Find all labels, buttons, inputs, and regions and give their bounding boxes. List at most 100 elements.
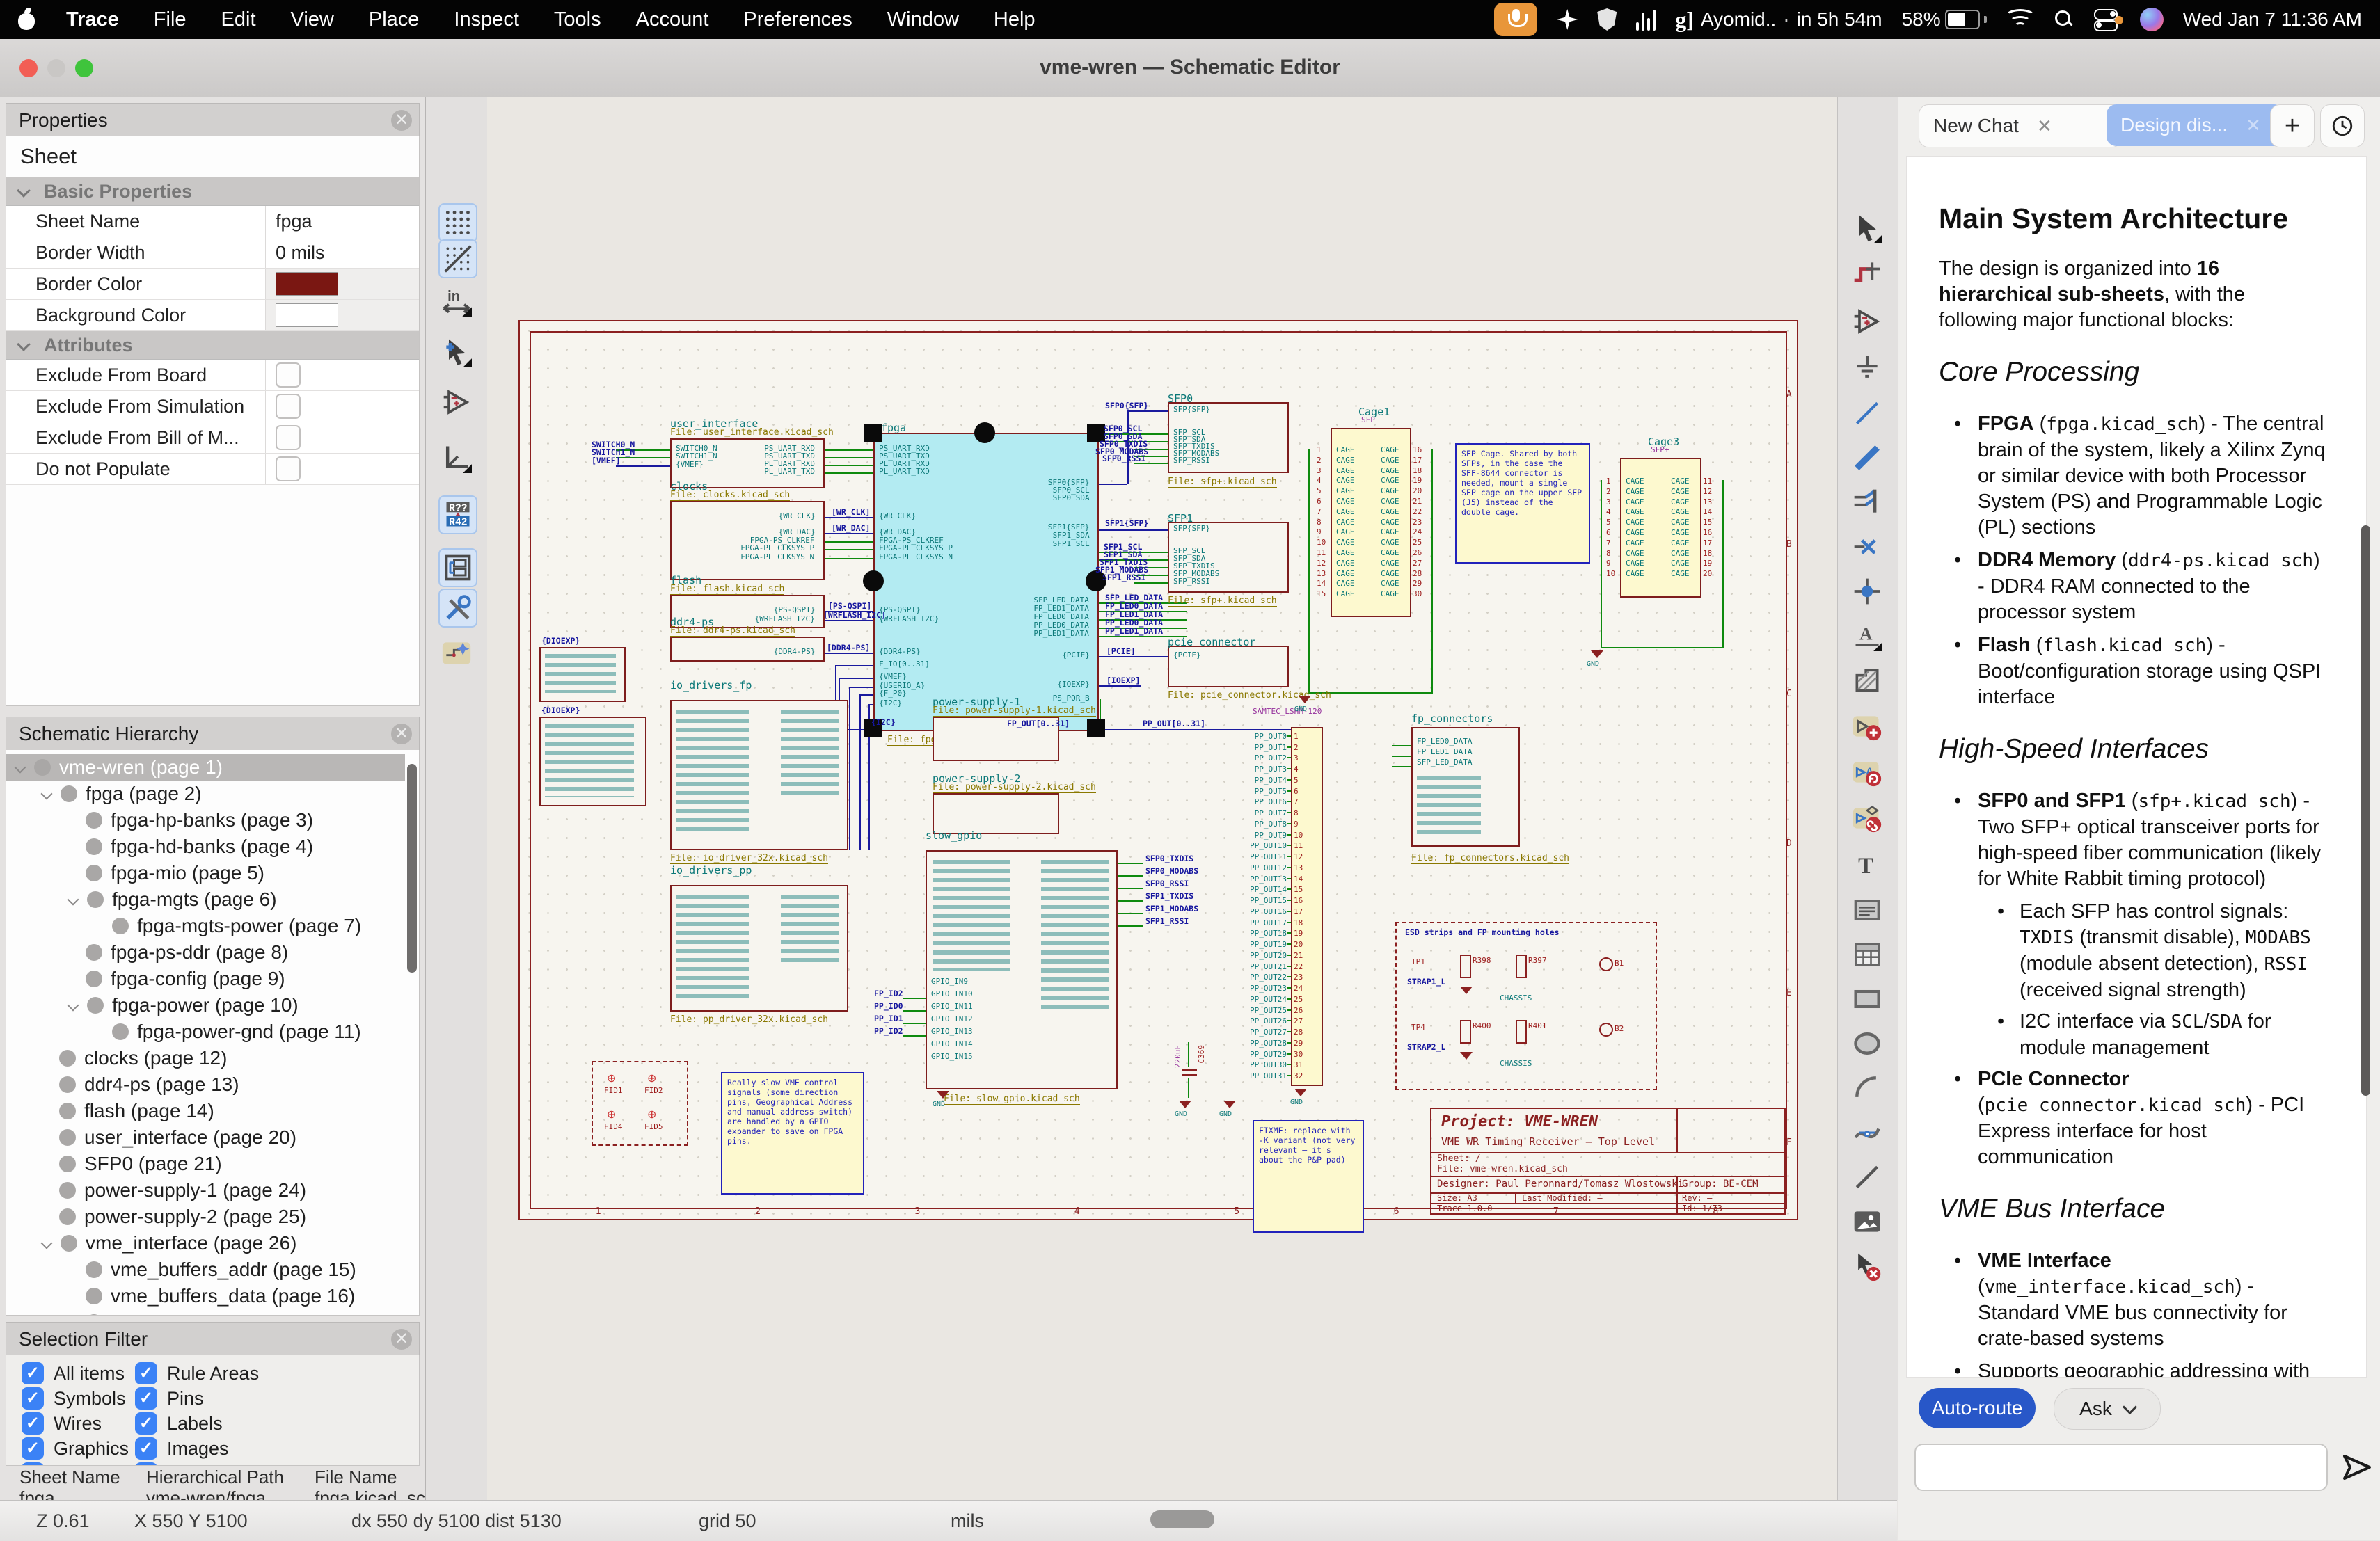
bus-entry-tool[interactable] — [1849, 484, 1885, 520]
battery-indicator[interactable]: 58% — [1902, 8, 1987, 31]
tree-item[interactable]: power-supply-1 (page 24) — [6, 1177, 405, 1204]
rectangle-tool[interactable] — [1849, 981, 1885, 1017]
chat-input[interactable] — [1914, 1444, 2328, 1491]
filter-wires[interactable]: ✓Wires — [22, 1412, 102, 1435]
close-icon[interactable]: ✕ — [2037, 115, 2052, 137]
schematic-canvas[interactable]: 12345678ABCDEFuser_interfaceFile: user_i… — [487, 97, 1837, 1500]
property-checkbox[interactable] — [266, 391, 419, 422]
annotate-tool[interactable]: R??R42 — [438, 495, 477, 534]
checkbox-checked[interactable]: ✓ — [22, 1462, 44, 1466]
tree-item[interactable]: SFP0 (page 21) — [6, 1151, 405, 1177]
menu-item-edit[interactable]: Edit — [204, 8, 273, 31]
selection-handle[interactable] — [974, 422, 995, 443]
circle-tool[interactable] — [1849, 1025, 1885, 1062]
menu-item-window[interactable]: Window — [870, 8, 976, 31]
mounting-hole[interactable] — [1599, 957, 1613, 971]
tree-item[interactable]: fpga-mgts (page 6) — [6, 886, 405, 913]
shield-menu-icon[interactable] — [1597, 8, 1617, 31]
tree-item[interactable]: fpga-ps-ddr (page 8) — [6, 939, 405, 966]
canvas-horizontal-scrollbar[interactable] — [1150, 1510, 1214, 1528]
resistor-symbol[interactable] — [1516, 1020, 1527, 1044]
tree-item[interactable]: user_interface (page 20) — [6, 1124, 405, 1151]
text-tool[interactable]: T — [1849, 847, 1885, 884]
checkbox-checked[interactable]: ✓ — [135, 1412, 157, 1435]
checkbox-checked[interactable]: ✓ — [135, 1437, 157, 1460]
close-icon[interactable]: ✕ — [2246, 115, 2261, 136]
tree-item[interactable]: vme_p1_p2 (page 17) — [6, 1309, 405, 1316]
tree-item[interactable]: flash (page 14) — [6, 1098, 405, 1124]
selection-handle[interactable] — [864, 424, 882, 442]
title-block[interactable]: Project: VME-WRENVME WR Timing Receiver … — [1430, 1108, 1786, 1215]
ai-label-tool[interactable]: A — [1849, 754, 1885, 790]
property-checkbox[interactable] — [266, 454, 419, 484]
tree-item[interactable]: power-supply-2 (page 25) — [6, 1204, 405, 1230]
menu-item-place[interactable]: Place — [351, 8, 437, 31]
units-inches-tool[interactable]: in — [438, 284, 475, 320]
menu-item-help[interactable]: Help — [976, 8, 1053, 31]
tree-item[interactable]: fpga-config (page 9) — [6, 966, 405, 992]
filter-graphics[interactable]: ✓Graphics — [22, 1437, 129, 1460]
checkbox-checked[interactable]: ✓ — [135, 1362, 157, 1384]
ai-route-tool[interactable] — [438, 634, 475, 671]
table-tool[interactable] — [1849, 936, 1885, 973]
checkbox-checked[interactable]: ✓ — [22, 1437, 44, 1460]
mounting-hole[interactable] — [1599, 1023, 1613, 1037]
chat-scrollbar[interactable] — [2361, 525, 2370, 1096]
resistor-symbol[interactable] — [1460, 1020, 1471, 1044]
resistor-symbol[interactable] — [1516, 955, 1527, 978]
tree-item[interactable]: fpga-hd-banks (page 4) — [6, 833, 405, 860]
menu-item-file[interactable]: File — [136, 8, 204, 31]
sparkle-menu-icon[interactable] — [1557, 9, 1578, 30]
close-icon[interactable]: ✕ — [391, 1329, 412, 1350]
checkbox-checked[interactable]: ✓ — [135, 1387, 157, 1410]
select-tool[interactable] — [1849, 210, 1885, 246]
no-connect-tool[interactable] — [1849, 529, 1885, 565]
filter-symbols[interactable]: ✓Symbols — [22, 1387, 126, 1410]
ai-add-symbol-tool[interactable] — [1849, 708, 1885, 744]
filter-other-items[interactable]: ✓Other items — [135, 1462, 264, 1466]
send-button[interactable] — [2340, 1451, 2374, 1484]
microphone-menu-icon[interactable] — [1494, 3, 1537, 36]
delete-tool[interactable] — [1849, 1248, 1885, 1284]
siri-icon[interactable] — [2140, 8, 2164, 31]
menu-item-inspect[interactable]: Inspect — [436, 8, 537, 31]
net-label-tool[interactable]: A — [1849, 618, 1885, 654]
fiducials-region[interactable] — [592, 1061, 688, 1146]
selection-handle[interactable] — [1087, 719, 1105, 737]
highlight-net-tool[interactable] — [1849, 255, 1885, 291]
filter-pins[interactable]: ✓Pins — [135, 1387, 204, 1410]
menu-item-view[interactable]: View — [273, 8, 351, 31]
measure-tool[interactable] — [438, 440, 475, 476]
wifi-icon[interactable] — [2006, 9, 2034, 30]
filter-text[interactable]: ✓Text — [22, 1462, 88, 1466]
tree-item[interactable]: ddr4-ps (page 13) — [6, 1071, 405, 1098]
spotlight-search-icon[interactable] — [2054, 9, 2074, 30]
tree-item[interactable]: fpga-power (page 10) — [6, 992, 405, 1019]
close-icon[interactable]: ✕ — [391, 110, 412, 131]
grid-dots-tool[interactable] — [438, 203, 477, 242]
color-swatch[interactable] — [266, 300, 419, 330]
add-power-tool[interactable] — [1849, 349, 1885, 385]
apple-menu-icon[interactable] — [18, 9, 36, 30]
add-symbol-tool[interactable] — [1849, 303, 1885, 340]
property-value-field[interactable]: fpga — [266, 206, 419, 237]
tree-item[interactable]: fpga-hp-banks (page 3) — [6, 807, 405, 833]
section-attributes[interactable]: Attributes — [6, 331, 419, 360]
tools-tool[interactable] — [438, 589, 477, 628]
tree-item[interactable]: fpga (page 2) — [6, 781, 405, 807]
tab-new-chat[interactable]: New Chat✕ — [1919, 104, 2122, 147]
note-text[interactable]: Really slow VME control signals (some di… — [721, 1072, 864, 1195]
menu-item-tools[interactable]: Tools — [537, 8, 619, 31]
new-tab-button[interactable]: + — [2270, 104, 2315, 147]
tree-item[interactable]: vme-wren (page 1) — [6, 754, 405, 781]
tree-item[interactable]: fpga-mgts-power (page 7) — [6, 913, 405, 939]
control-center-icon[interactable] — [2094, 9, 2120, 30]
grid-diagonal-tool[interactable] — [438, 239, 477, 278]
tree-item[interactable]: vme_buffers_addr (page 15) — [6, 1256, 405, 1283]
tree-item[interactable]: fpga-mio (page 5) — [6, 860, 405, 886]
note-text[interactable]: FIXME: replace with -K variant (not very… — [1253, 1120, 1364, 1233]
menu-item-trace[interactable]: Trace — [49, 8, 136, 31]
selection-filter-header[interactable]: Selection Filter ✕ — [6, 1322, 420, 1357]
filter-rule-areas[interactable]: ✓Rule Areas — [135, 1362, 259, 1384]
text-box-tool[interactable] — [1849, 892, 1885, 928]
